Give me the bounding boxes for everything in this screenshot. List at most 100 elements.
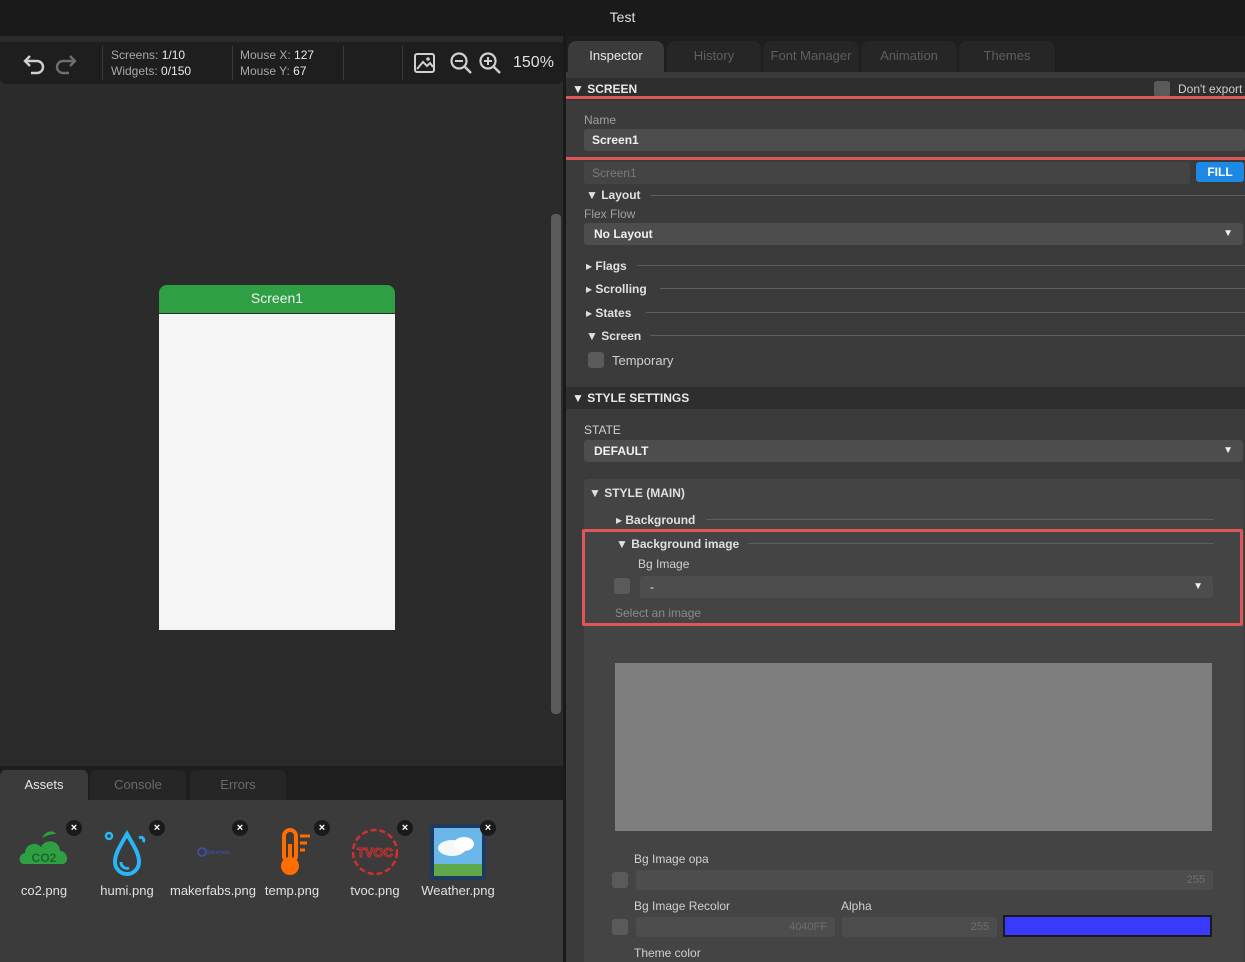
bg-image-opa-input[interactable]: 255 (636, 870, 1213, 890)
tab-errors[interactable]: Errors (190, 770, 286, 800)
temporary-checkbox[interactable] (588, 352, 604, 368)
style-settings-header[interactable]: ▼ STYLE SETTINGS (566, 387, 1245, 409)
scrolling-header[interactable]: ▸ Scrolling (586, 282, 647, 296)
divider (660, 288, 1245, 289)
editor-pane: Screens: 1/10 Widgets: 0/150 Mouse X: 12… (0, 36, 563, 962)
window-title: Test (0, 0, 1245, 36)
image-icon[interactable] (412, 50, 438, 76)
bg-image-recolor-label: Bg Image Recolor (634, 899, 731, 913)
asset-name: makerfabs.png (170, 883, 256, 898)
mouse-stat: Mouse X: 127 Mouse Y: 67 (240, 47, 314, 79)
highlight-box (566, 96, 1245, 160)
zoom-in-icon[interactable] (477, 50, 503, 76)
flex-flow-value: No Layout (594, 227, 653, 241)
name-fill-input[interactable]: Screen1 (584, 162, 1190, 184)
remove-asset-icon[interactable]: × (480, 820, 496, 836)
state-value: DEFAULT (594, 444, 649, 458)
remove-asset-icon[interactable]: × (66, 820, 82, 836)
screens-value: 1/10 (161, 48, 186, 62)
co2-logo-text: CO2 (32, 851, 57, 865)
divider (706, 519, 1214, 520)
tab-console[interactable]: Console (90, 770, 186, 800)
bg-image-opa-label: Bg Image opa (634, 852, 709, 866)
state-label: STATE (584, 423, 621, 437)
theme-color-label: Theme color (634, 946, 701, 960)
co2-icon: CO2 (19, 831, 68, 865)
bg-image-recolor-input[interactable]: 4040FF (636, 917, 835, 937)
toolbar-separator (102, 46, 103, 80)
asset-item[interactable]: TVOC × tvoc.png (335, 820, 415, 924)
remove-asset-icon[interactable]: × (314, 820, 330, 836)
asset-item[interactable]: × temp.png (252, 820, 332, 924)
flags-header[interactable]: ▸ Flags (586, 259, 627, 273)
screens-stat: Screens: 1/10 Widgets: 0/150 (111, 47, 191, 79)
weather-icon (430, 824, 486, 880)
dont-export-checkbox[interactable] (1154, 81, 1170, 97)
bg-image-opa-checkbox[interactable] (612, 872, 628, 888)
screen-subheader[interactable]: ▼ Screen (586, 329, 641, 343)
dont-export-label: Don't export (1178, 82, 1243, 96)
asset-name: tvoc.png (350, 883, 400, 898)
highlight-box (582, 529, 1243, 626)
asset-item[interactable]: Makerfabs × makerfabs.png (170, 820, 256, 924)
mouse-y-value: 67 (293, 64, 307, 78)
toolbar-separator (402, 46, 403, 80)
tab-history[interactable]: History (667, 41, 761, 72)
widgets-label: Widgets: (111, 64, 158, 78)
asset-item[interactable]: CO2 × co2.png (4, 820, 84, 924)
tab-themes[interactable]: Themes (959, 41, 1055, 72)
screen-preview[interactable] (159, 314, 395, 630)
widgets-value: 0/150 (161, 64, 192, 78)
style-main-header[interactable]: ▼ STYLE (MAIN) (589, 486, 685, 500)
tab-inspector[interactable]: Inspector (568, 41, 664, 72)
editor-toolbar: Screens: 1/10 Widgets: 0/150 Mouse X: 12… (0, 42, 563, 84)
screen-title-tab[interactable]: Screen1 (159, 285, 395, 313)
undo-icon[interactable] (22, 50, 48, 76)
layout-header[interactable]: ▼ Layout (586, 188, 641, 202)
bg-image-recolor-checkbox[interactable] (612, 919, 628, 935)
assets-panel: CO2 × co2.png × humi.png Makerfabs × mak… (0, 800, 563, 962)
thermometer-icon (281, 828, 310, 875)
asset-name: co2.png (20, 883, 68, 898)
asset-item[interactable]: × humi.png (87, 820, 167, 924)
remove-asset-icon[interactable]: × (149, 820, 165, 836)
tab-assets[interactable]: Assets (0, 770, 88, 800)
alpha-input[interactable]: 255 (842, 917, 997, 937)
remove-asset-icon[interactable]: × (397, 820, 413, 836)
divider (646, 312, 1245, 313)
asset-name: Weather.png (421, 883, 495, 898)
redo-icon[interactable] (52, 50, 78, 76)
tvoc-icon: TVOC (351, 828, 399, 876)
remove-asset-icon[interactable]: × (232, 820, 248, 836)
mouse-y-label: Mouse Y: (240, 64, 290, 78)
states-header[interactable]: ▸ States (586, 306, 631, 320)
humidity-icon (104, 829, 146, 876)
flex-flow-label: Flex Flow (584, 207, 636, 221)
design-canvas[interactable]: Screen1 (0, 84, 563, 810)
tab-animation[interactable]: Animation (861, 41, 957, 72)
chevron-down-icon: ▼ (1223, 445, 1233, 456)
canvas-vertical-scrollbar[interactable] (551, 214, 561, 714)
makerfabs-logo-text: Makerfabs (206, 850, 230, 856)
chevron-down-icon: ▼ (1223, 228, 1233, 239)
recolor-color-swatch[interactable] (1003, 915, 1212, 937)
asset-name: humi.png (100, 883, 154, 898)
zoom-out-icon[interactable] (448, 50, 474, 76)
inspector-pane: Inspector History Font Manager Animation… (566, 36, 1245, 962)
background-header[interactable]: ▸ Background (616, 513, 695, 527)
alpha-label: Alpha (841, 899, 872, 913)
zoom-level[interactable]: 150% (513, 54, 554, 72)
tvoc-logo-text: TVOC (357, 845, 394, 860)
flex-flow-select[interactable]: No Layout ▼ (584, 223, 1243, 245)
tab-font-manager[interactable]: Font Manager (763, 41, 859, 72)
state-select[interactable]: DEFAULT ▼ (584, 440, 1243, 462)
bg-image-preview (615, 663, 1212, 831)
asset-item[interactable]: × Weather.png (418, 820, 498, 924)
mouse-x-value: 127 (294, 48, 315, 62)
makerfabs-logo-icon: Makerfabs (197, 847, 230, 857)
mouse-x-label: Mouse X: (240, 48, 291, 62)
temporary-label: Temporary (612, 353, 674, 368)
fill-button[interactable]: FILL (1196, 162, 1244, 182)
bottom-tab-bar: Assets Console Errors (0, 766, 563, 800)
inspector-tab-bar: Inspector History Font Manager Animation… (566, 36, 1245, 72)
